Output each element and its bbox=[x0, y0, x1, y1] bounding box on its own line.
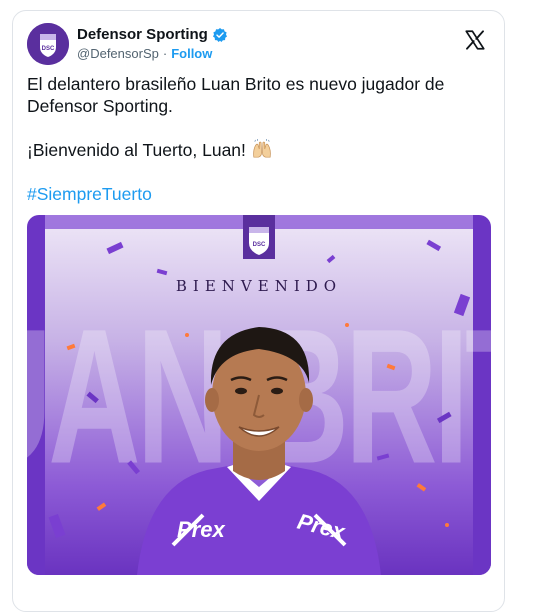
avatar[interactable]: DSC bbox=[27, 23, 69, 65]
handle[interactable]: @DefensorSp bbox=[77, 46, 159, 61]
crest-letters: DSC bbox=[42, 46, 55, 52]
club-crest-icon: DSC bbox=[27, 23, 69, 65]
tweet-hashtag-line: #SiempreTuerto bbox=[27, 183, 492, 205]
media-crest-letters: DSC bbox=[253, 242, 266, 248]
hashtag-link[interactable]: #SiempreTuerto bbox=[27, 184, 152, 204]
tweet-header: DSC Defensor Sporting @DefensorSp · Foll… bbox=[27, 23, 490, 65]
tweet-media-image[interactable]: DSC LUAN BRITO bbox=[27, 215, 491, 575]
sponsor-left: Prex bbox=[177, 517, 225, 542]
display-name[interactable]: Defensor Sporting bbox=[77, 26, 208, 43]
separator-dot: · bbox=[162, 46, 168, 61]
verified-badge-icon bbox=[212, 27, 227, 42]
player-announcement-graphic: DSC LUAN BRITO bbox=[27, 215, 491, 575]
x-logo-icon[interactable] bbox=[464, 29, 486, 51]
raised-hands-emoji-icon bbox=[253, 139, 271, 158]
name-row: Defensor Sporting bbox=[77, 26, 228, 43]
headline-bienvenido: BIENVENIDO bbox=[175, 277, 343, 295]
handle-row: @DefensorSp · Follow bbox=[77, 46, 212, 61]
tweet-text-line1: El delantero brasileño Luan Brito es nue… bbox=[27, 74, 445, 116]
tweet-text-line2: ¡Bienvenido al Tuerto, Luan! bbox=[27, 139, 492, 161]
follow-button[interactable]: Follow bbox=[171, 46, 212, 61]
tweet-text-welcome: ¡Bienvenido al Tuerto, Luan! bbox=[27, 140, 246, 160]
tweet-text: El delantero brasileño Luan Brito es nue… bbox=[27, 73, 492, 227]
media-crest: DSC bbox=[243, 215, 275, 259]
tweet-card[interactable]: DSC Defensor Sporting @DefensorSp · Foll… bbox=[12, 10, 505, 612]
